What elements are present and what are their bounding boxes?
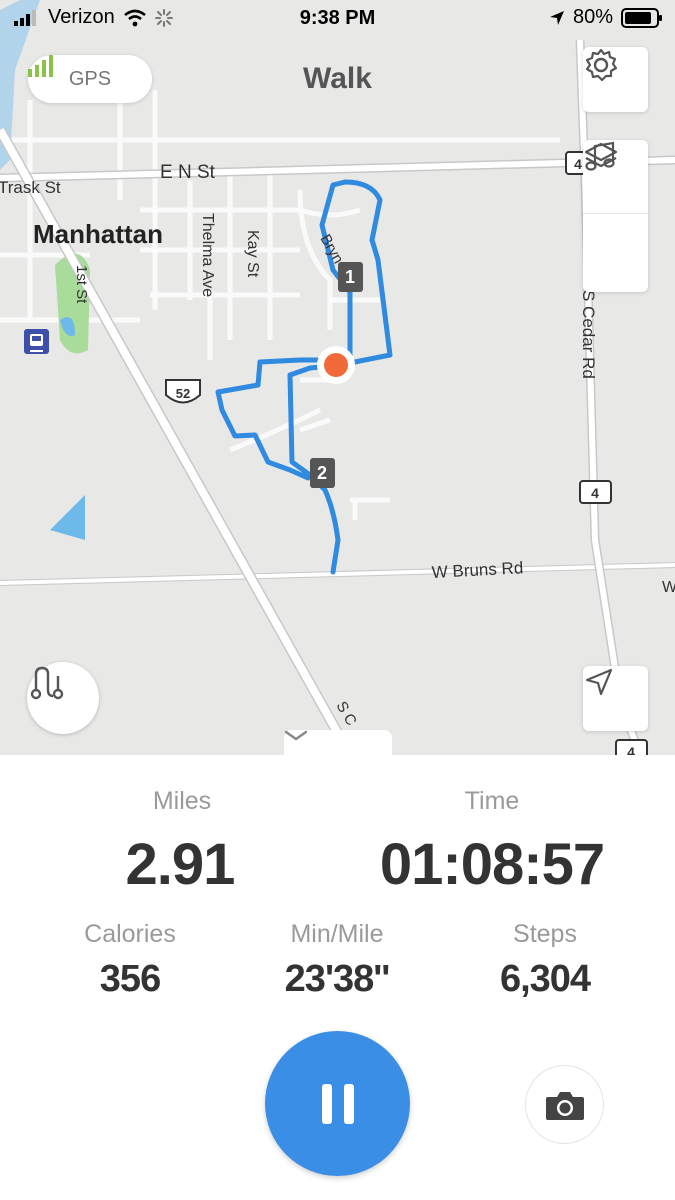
activity-title: Walk: [303, 62, 372, 95]
route-4a-label: 4: [591, 485, 599, 501]
route-4-shield-a: 4: [579, 480, 612, 504]
label-thelma-ave: Thelma Ave: [199, 213, 216, 297]
route-52-shield: 52: [165, 379, 201, 404]
label-bryn: Bryn: [317, 232, 347, 267]
miles-label: Miles: [152, 787, 212, 815]
status-right: 80%: [549, 6, 663, 29]
route-4c-label: 4: [574, 156, 582, 172]
time-label: Time: [464, 787, 520, 815]
chevron-down-icon: [284, 730, 308, 741]
marker-1-label: 1: [345, 267, 355, 287]
route-52-label: 52: [176, 386, 190, 401]
mile-marker-1: 1: [338, 262, 363, 292]
train-station-icon: [24, 329, 49, 354]
map-view[interactable]: 1 2 52 4 4 4 E N St Trask St Manhattan T…: [0, 0, 675, 755]
label-e-n-st: E N St: [160, 162, 216, 183]
navigation-arrow-icon: [585, 668, 613, 696]
label-kay-st: Kay St: [244, 230, 261, 278]
label-1st-st: 1st St: [73, 265, 90, 304]
steps-label: Steps: [513, 920, 577, 948]
route-icon: [30, 666, 64, 700]
major-roads: [0, 39, 675, 755]
map-tools-panel: [583, 140, 648, 292]
calories-value: 356: [99, 958, 161, 1000]
label-manhattan: Manhattan: [33, 219, 163, 249]
label-w-bruns-rd: W Bruns Rd: [431, 558, 524, 582]
route-button[interactable]: [27, 662, 99, 734]
collapse-handle[interactable]: [284, 730, 392, 755]
settings-gear-icon: [585, 48, 618, 82]
mile-marker-2: 2: [310, 458, 335, 488]
status-bar: Verizon 9:38 PM 80%: [0, 0, 675, 40]
layers-icon: [584, 142, 618, 168]
pause-icon: [321, 1083, 354, 1124]
label-w-edge: W: [662, 579, 675, 596]
location-arrow-icon: [549, 10, 564, 25]
settings-button[interactable]: [583, 47, 648, 112]
steps-value: 6,304: [499, 958, 591, 1000]
pond: [50, 495, 85, 540]
time-value: 01:08:57: [379, 832, 605, 897]
walk-route: [215, 179, 393, 575]
camera-icon: [545, 1091, 584, 1120]
label-s-cedar-rd: S Cedar Rd: [579, 290, 598, 379]
pace-value: 23'38'': [284, 958, 391, 1000]
map-canvas[interactable]: 1 2 52 4 4 4 E N St Trask St Manhattan T…: [0, 0, 675, 755]
battery-icon: [621, 7, 662, 28]
route-4b-label: 4: [627, 744, 635, 755]
recenter-button[interactable]: [583, 666, 648, 731]
label-trask-st: Trask St: [0, 178, 61, 197]
miles-value: 2.91: [125, 832, 236, 897]
marker-2-label: 2: [317, 463, 327, 483]
camera-button[interactable]: [525, 1065, 604, 1144]
calories-label: Calories: [84, 920, 176, 948]
route-4-shield-b: 4: [615, 739, 648, 755]
layers-button[interactable]: [583, 142, 648, 289]
pace-label: Min/Mile: [290, 920, 384, 948]
pause-button[interactable]: [265, 1031, 410, 1176]
battery-percent: 80%: [572, 6, 613, 28]
